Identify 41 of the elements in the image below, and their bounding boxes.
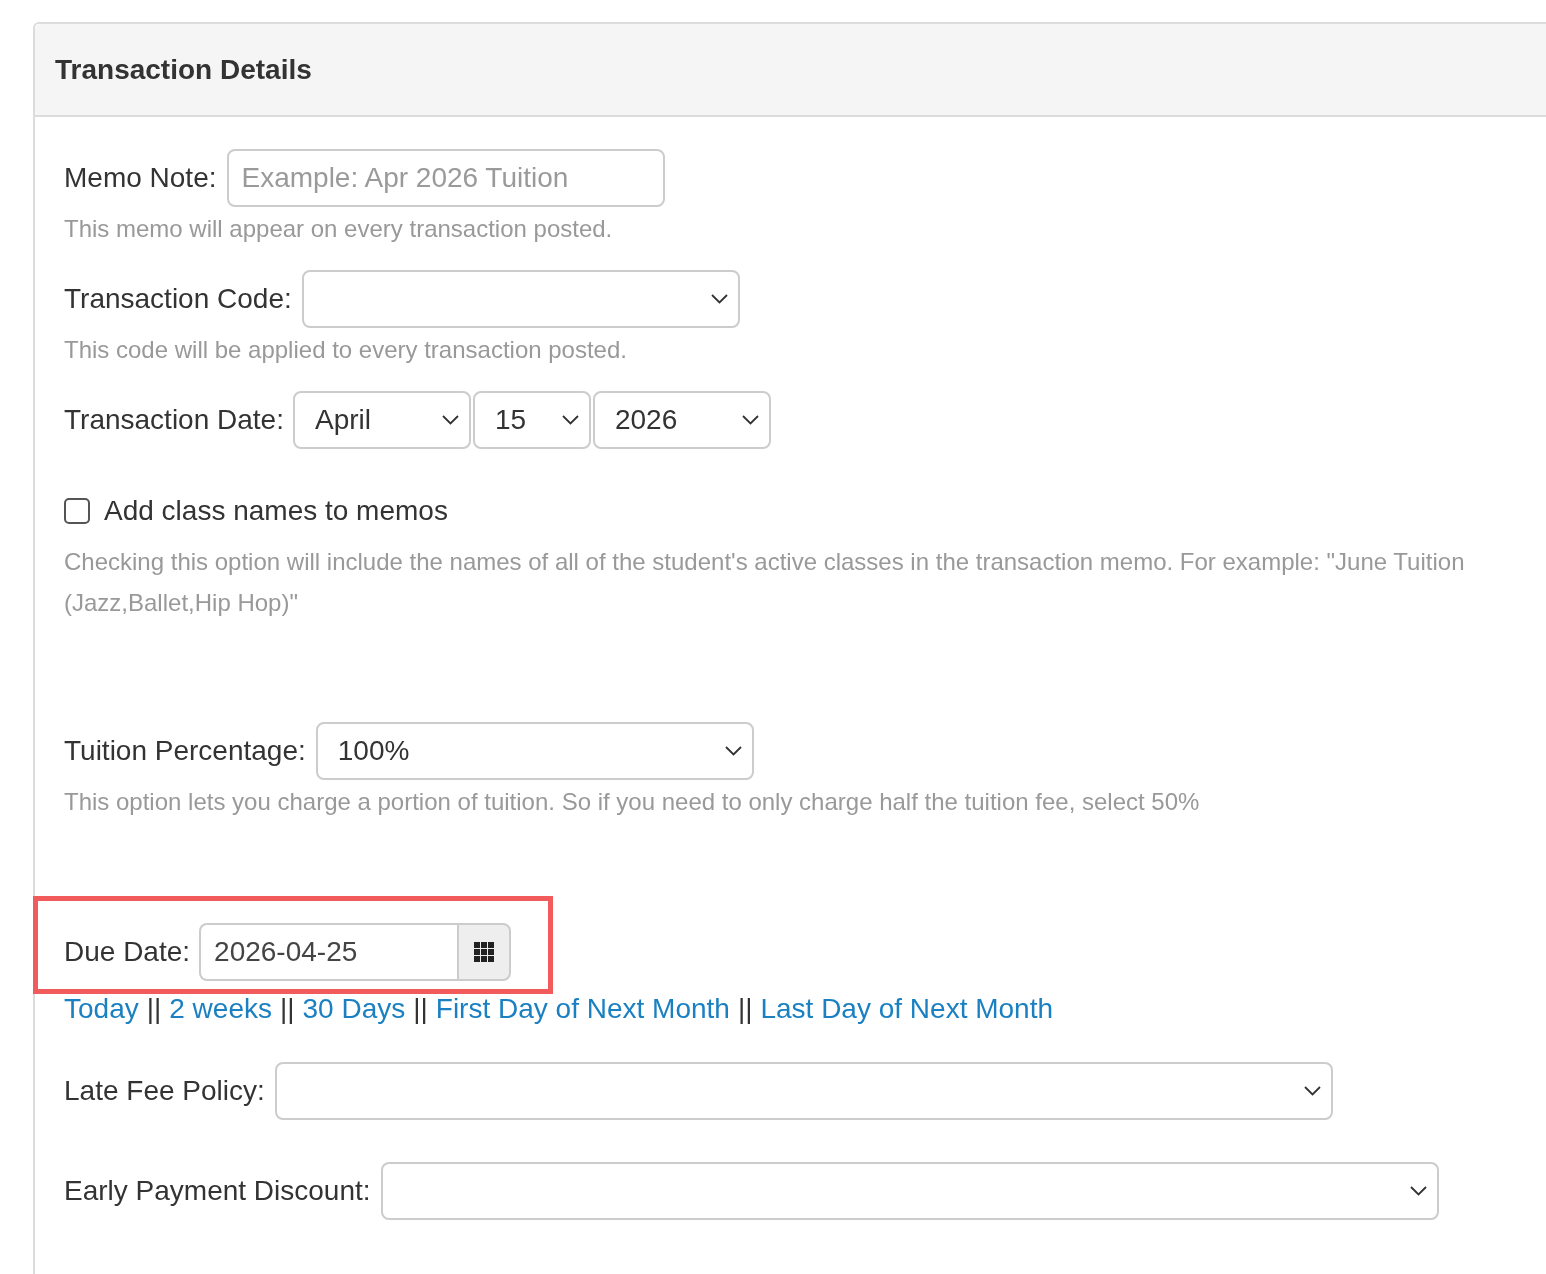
checkbox-label[interactable]: Add class names to memos [104,491,448,531]
chevron-down-icon [1409,1186,1427,1196]
day-select[interactable]: 15 [472,391,591,449]
grid-icon [474,942,495,962]
panel-title: Transaction Details [55,53,312,86]
chevron-down-icon [441,415,459,425]
late-fee-policy-select[interactable] [274,1062,1333,1120]
year-select[interactable]: 2026 [592,391,771,449]
help-text: This code will be applied to every transaction posted. [64,335,628,365]
field-label: Transaction Date: [64,404,284,436]
field-label: Memo Note: [64,162,217,194]
separator-text: || [737,994,753,1024]
separator-text: || [146,994,162,1024]
memo-input[interactable]: Example: Apr 2026 Tuition [226,149,665,207]
calendar-button[interactable] [457,923,512,981]
separator-text: || [413,994,428,1024]
date-shortcut-link[interactable]: 2 weeks [169,994,272,1024]
date-shortcut-link[interactable]: 30 Days [302,994,406,1024]
field-label: Due Date: [64,936,191,968]
help-text: This memo will appear on every transaction posted. [64,214,614,244]
field-label: Early Payment Discount: [64,1175,371,1207]
chevron-down-icon [561,415,579,425]
separator-text: || [280,994,295,1024]
field-label: Tuition Percentage: [64,735,306,767]
month-select[interactable]: April [292,391,471,449]
help-text: This option lets you charge a portion of tuition. So if you need to only charge half the tuition fee, select 50% [64,787,1201,817]
date-shortcut-link[interactable]: Today [64,994,139,1024]
field-label: Transaction Code: [64,283,292,315]
date-input[interactable]: 2026-04-25 [199,923,458,981]
chevron-down-icon [1303,1086,1321,1096]
checkbox[interactable] [64,498,90,524]
date-shortcut-link[interactable]: First Day of Next Month [435,994,730,1024]
early-payment-discount-select[interactable] [380,1162,1439,1220]
chevron-down-icon [724,746,742,756]
transaction-code-select[interactable] [301,270,740,328]
tuition-percentage-select[interactable]: 100% [315,722,754,780]
field-label: Late Fee Policy: [64,1075,265,1107]
chevron-down-icon [710,294,728,304]
chevron-down-icon [741,415,759,425]
date-shortcut-link[interactable]: Last Day of Next Month [760,994,1053,1024]
help-text: Checking this option will include the names of all of the student's active classes in the transaction memo. For example: "June Tuition (Jazz,Ballet,Hip Hop)" [64,547,1466,618]
